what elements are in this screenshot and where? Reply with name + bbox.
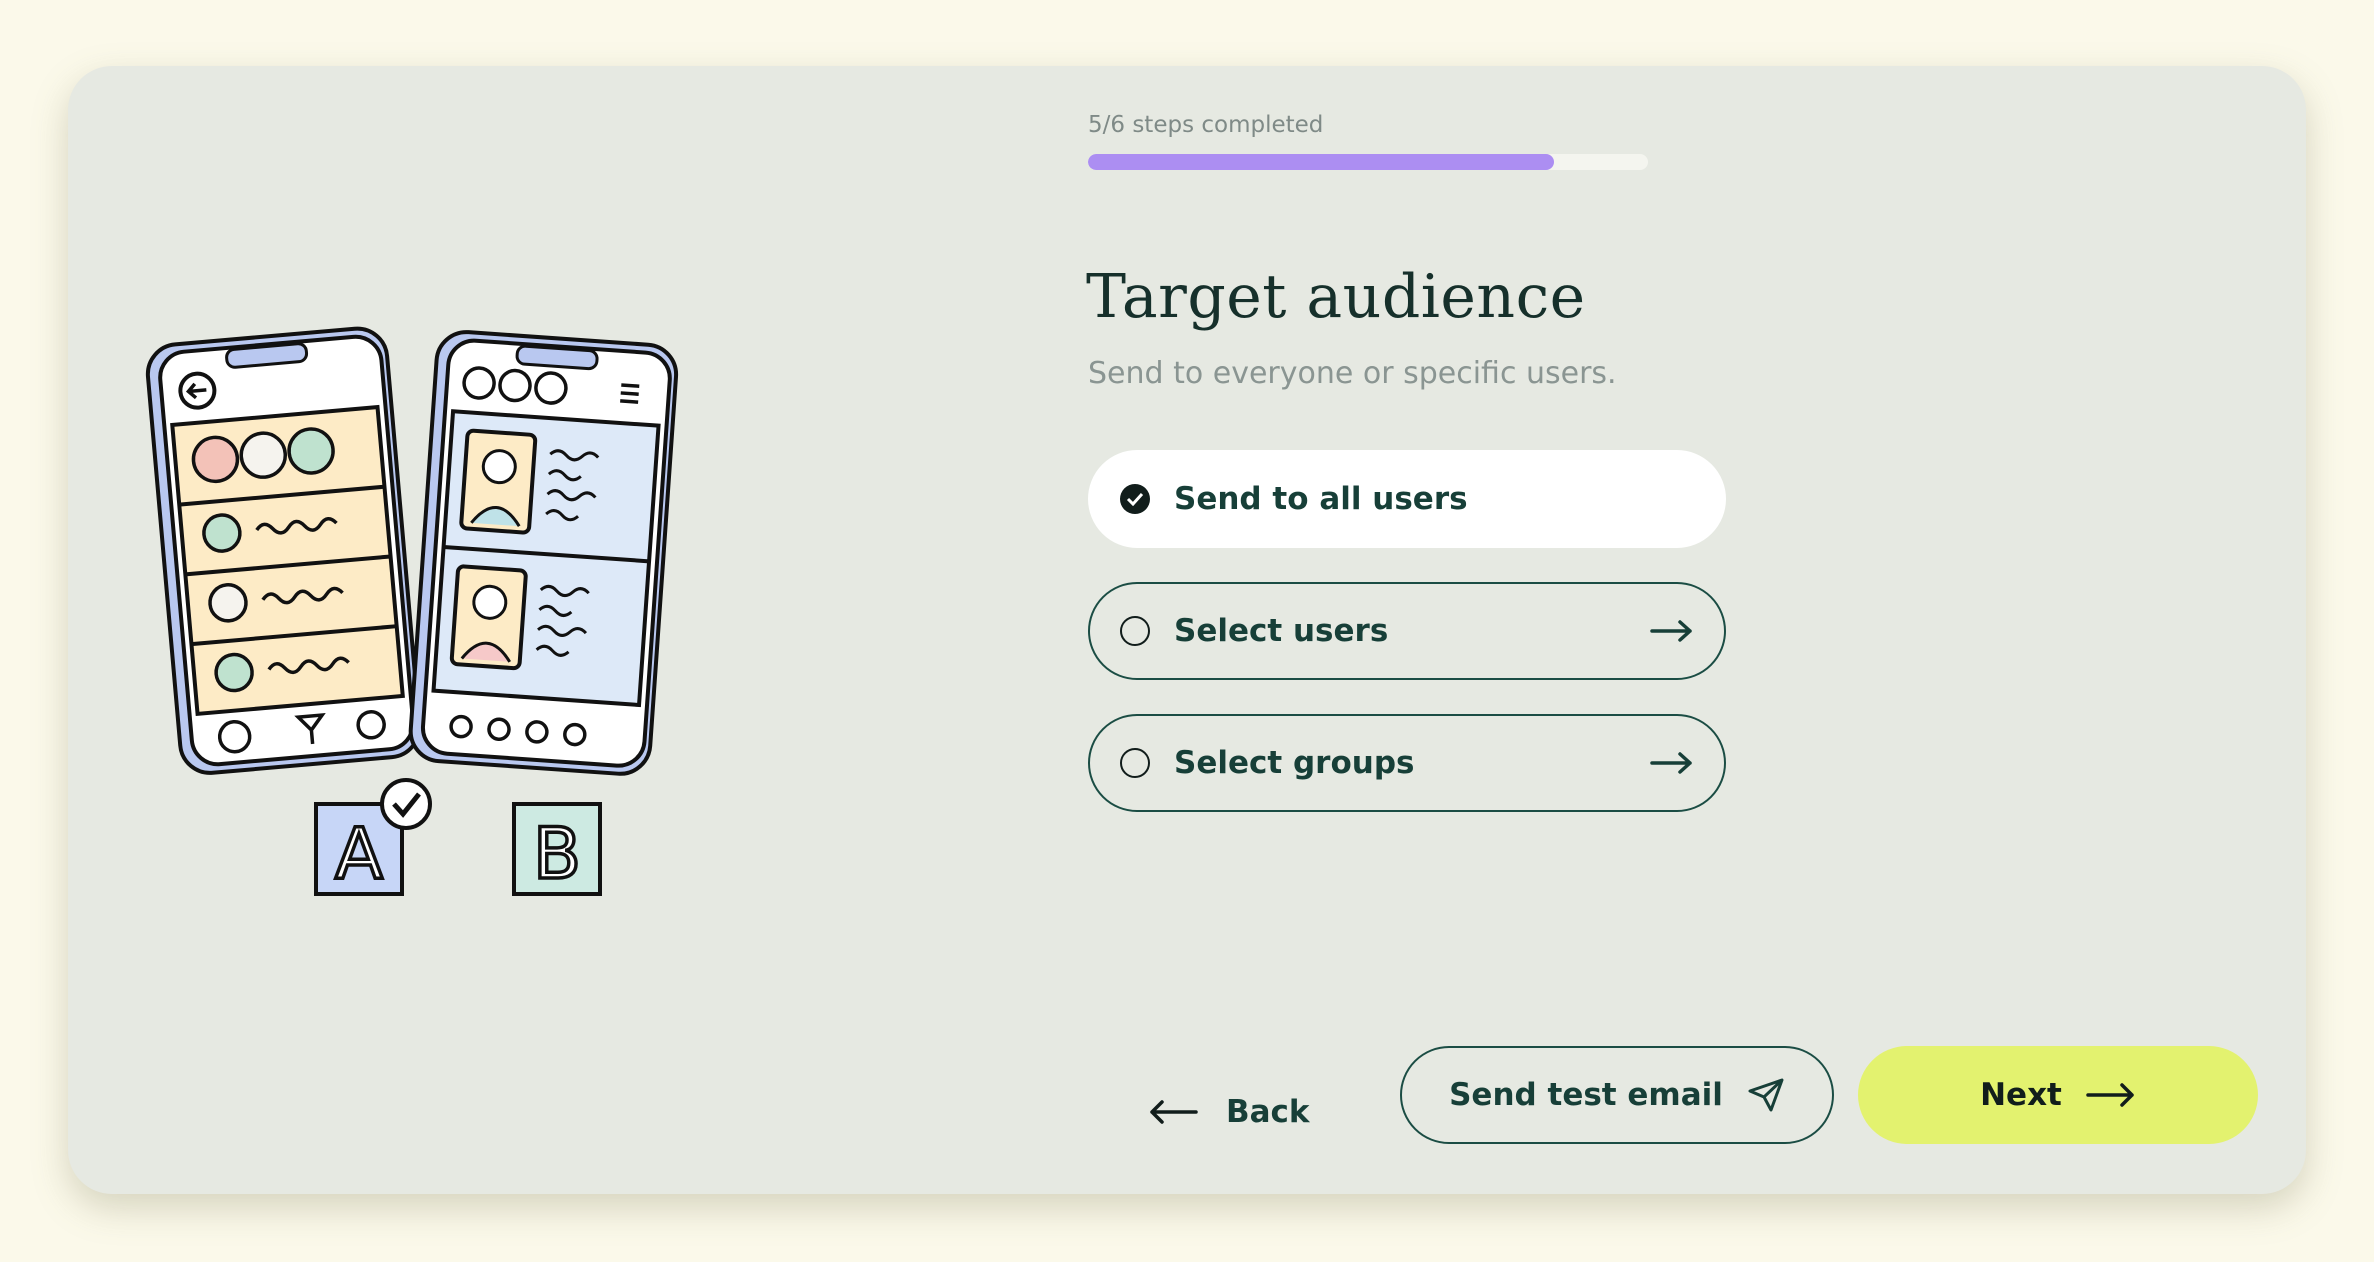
option-label: Select groups [1174,745,1415,781]
back-label: Back [1226,1094,1310,1130]
send-test-email-label: Send test email [1449,1077,1723,1113]
progress-bar [1088,154,1648,170]
phone-b-icon [408,330,679,776]
next-button[interactable]: Next [1858,1046,2258,1144]
paper-plane-icon [1748,1078,1784,1112]
option-select-users[interactable]: Select users [1088,582,1726,680]
arrow-left-icon [1150,1100,1198,1124]
option-send-to-all-users[interactable]: Send to all users [1088,450,1726,548]
option-select-groups[interactable]: Select groups [1088,714,1726,812]
phone-a-icon [145,326,422,775]
wizard-card: A B 5/6 steps completed Target audience … [68,66,2306,1194]
ab-test-illustration: A B [145,326,679,897]
arrow-right-icon [2086,1083,2134,1107]
send-test-email-button[interactable]: Send test email [1400,1046,1834,1144]
variant-b-label: B [533,813,581,895]
back-button[interactable]: Back [1148,1082,1310,1142]
page-subtitle: Send to everyone or specific users. [1088,356,1617,391]
arrow-right-icon [1650,620,1692,642]
variant-a-label: A [335,813,383,895]
progress-label: 5/6 steps completed [1088,112,1324,138]
radio-empty-icon [1120,616,1150,646]
radio-empty-icon [1120,748,1150,778]
variant-b-badge: B [512,802,602,897]
variant-a-badge: A [314,778,432,897]
page-title: Target audience [1086,262,1586,332]
arrow-right-icon [1650,752,1692,774]
progress-bar-fill [1088,154,1555,170]
option-label: Select users [1174,613,1389,649]
next-label: Next [1980,1077,2062,1113]
check-circle-icon [1120,484,1150,514]
option-label: Send to all users [1174,481,1468,517]
